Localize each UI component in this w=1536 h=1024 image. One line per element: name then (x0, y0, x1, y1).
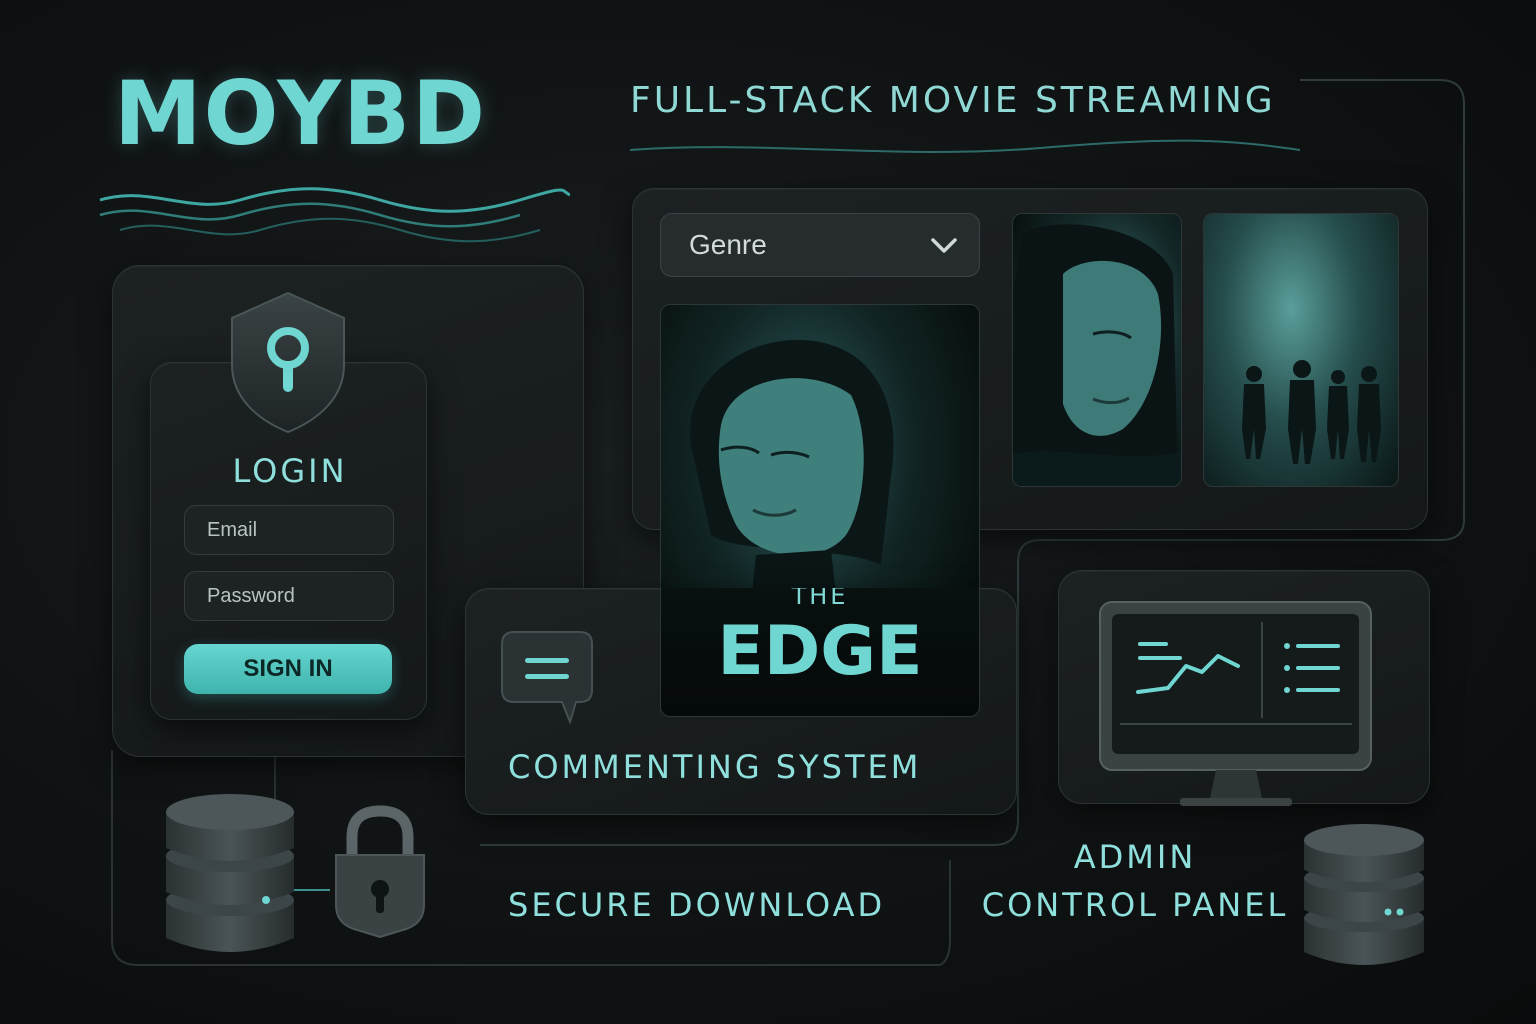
genre-select[interactable]: Genre (660, 213, 980, 277)
genre-select-value: Genre (689, 229, 767, 260)
database-icon (1304, 824, 1424, 965)
monitor-dashboard-icon (1099, 601, 1372, 806)
face-illustration (1013, 224, 1181, 486)
page-subtitle: FULL-STACK MOVIE STREAMING (630, 80, 1276, 121)
poster-title: EDGE (717, 612, 923, 691)
login-title: LOGIN (232, 452, 348, 490)
wave-decoration (99, 187, 570, 243)
movie-thumbnail[interactable] (1012, 213, 1182, 487)
featured-poster-bottom: THE EDGE (660, 588, 980, 717)
admin-label-line2: CONTROL PANEL (981, 886, 1289, 924)
comment-icon (501, 631, 593, 726)
chevron-down-icon (931, 238, 957, 253)
admin-label-line1: ADMIN (1073, 838, 1197, 876)
lock-icon (335, 805, 425, 939)
password-field[interactable]: Password (184, 571, 394, 621)
movie-thumbnail[interactable] (1203, 213, 1399, 487)
secure-download-label: SECURE DOWNLOAD (508, 886, 886, 924)
brand-logo: MOYBD (114, 62, 488, 165)
silhouettes-illustration (1242, 360, 1381, 464)
commenting-label: COMMENTING SYSTEM (508, 748, 922, 786)
shield-key-icon (231, 291, 345, 434)
sign-in-button[interactable]: SIGN IN (184, 644, 392, 694)
database-icon (166, 794, 294, 952)
email-field[interactable]: Email (184, 505, 394, 555)
poster-pretitle: THE (791, 588, 849, 610)
